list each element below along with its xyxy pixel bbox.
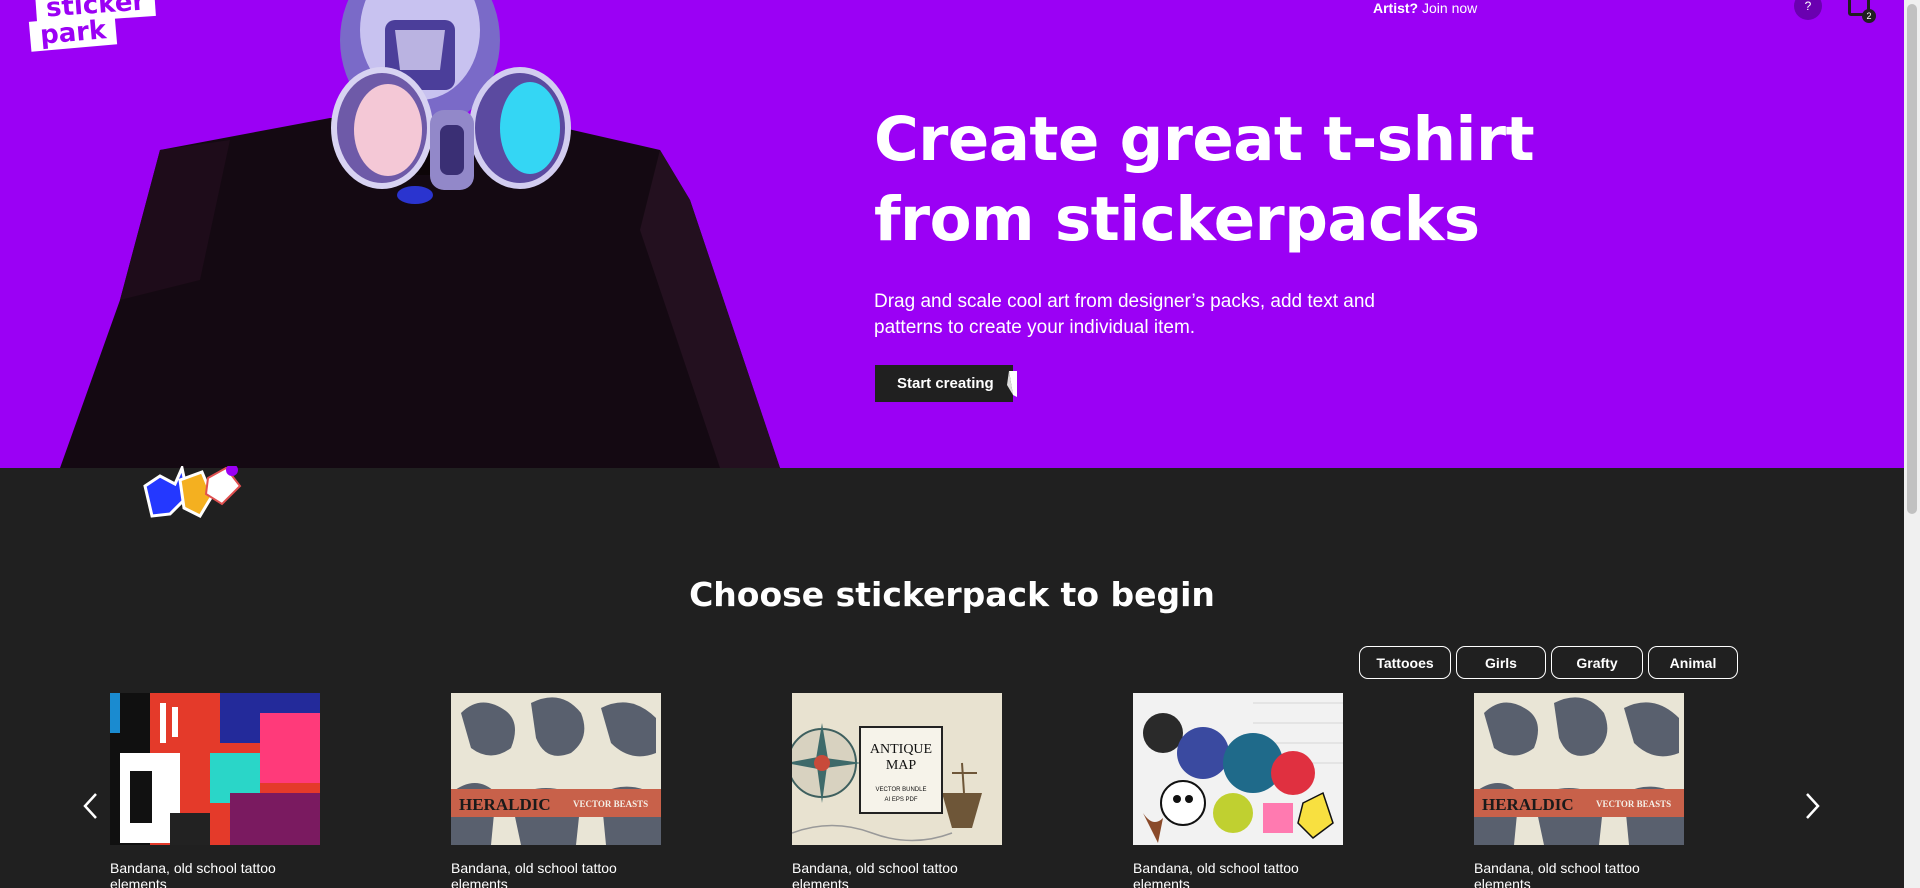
pack-thumbnail-heraldic: HERALDIC VECTOR BEASTS	[1474, 693, 1684, 845]
pack-caption: Bandana, old school tattoo elements	[1133, 860, 1299, 888]
stickerpack-carousel: Bandana, old school tattoo elements HERA…	[110, 693, 1750, 888]
page: sticker park Artist? Join now ? 2 Create…	[0, 0, 1920, 888]
hero-model-image	[60, 0, 780, 468]
pack-caption: Bandana, old school tattoo elements	[792, 860, 958, 888]
stickerpack-card[interactable]: Bandana, old school tattoo elements	[110, 693, 320, 888]
start-creating-button[interactable]: Start creating	[875, 365, 1017, 402]
hero-title-line-2: from stickerpacks	[874, 184, 1480, 255]
help-button[interactable]: ?	[1794, 0, 1822, 20]
join-now-label: Join now	[1422, 0, 1478, 16]
logo-line-2: park	[28, 14, 118, 52]
pack-thumbnail-heraldic: HERALDIC VECTOR BEASTS	[451, 693, 661, 845]
filter-chip-animal[interactable]: Animal	[1648, 646, 1738, 679]
map-title-line-1: ANTIQUE	[870, 742, 932, 757]
stickerpack-card[interactable]: HERALDIC VECTOR BEASTS Bandana, old scho…	[1474, 693, 1684, 888]
artist-join-link[interactable]: Artist? Join now	[1373, 0, 1477, 16]
pack-caption: Bandana, old school tattoo elements	[1474, 860, 1640, 888]
pack-thumbnail-collage	[110, 693, 320, 845]
artist-prefix: Artist?	[1373, 0, 1419, 16]
sticker-decoration-image	[143, 466, 242, 518]
heraldic-banner-right: VECTOR BEASTS	[1596, 799, 1671, 809]
hero-title-line-1: Create great t-shirt	[874, 104, 1535, 175]
filter-chip-grafty[interactable]: Grafty	[1551, 646, 1643, 679]
stickerpack-card[interactable]: HERALDIC VECTOR BEASTS Bandana, old scho…	[451, 693, 661, 888]
pack-caption: Bandana, old school tattoo elements	[110, 860, 276, 888]
filter-chips: Tattooes Girls Grafty Animal	[1359, 646, 1738, 679]
map-title-line-2: MAP	[886, 758, 917, 773]
chevron-right-icon[interactable]	[1801, 792, 1823, 820]
pack-caption: Bandana, old school tattoo elements	[451, 860, 617, 888]
pack-thumbnail-antique-map: ANTIQUE MAP VECTOR BUNDLE AI EPS PDF	[792, 693, 1002, 845]
pack-thumbnail-graffiti	[1133, 693, 1343, 845]
sticker-park-logo[interactable]: sticker park	[28, 0, 157, 54]
filter-chip-tattooes[interactable]: Tattooes	[1359, 646, 1451, 679]
page-scrollbar[interactable]	[1904, 0, 1920, 888]
cart-button[interactable]: 2	[1848, 0, 1876, 23]
hero-subtitle: Drag and scale cool art from designer’s …	[874, 291, 1375, 338]
stickerpack-card[interactable]: Bandana, old school tattoo elements	[1133, 693, 1343, 888]
heraldic-banner-left: HERALDIC	[1482, 795, 1574, 814]
cart-count-badge: 2	[1862, 9, 1876, 23]
heraldic-banner-right: VECTOR BEASTS	[573, 799, 648, 809]
chevron-left-icon[interactable]	[80, 792, 102, 820]
map-small-line-1: VECTOR BUNDLE	[876, 787, 927, 793]
stickerpack-card[interactable]: ANTIQUE MAP VECTOR BUNDLE AI EPS PDF Ban…	[792, 693, 1002, 888]
map-small-line-2: AI EPS PDF	[884, 797, 917, 803]
start-creating-label: Start creating	[897, 375, 994, 392]
help-icon: ?	[1804, 0, 1812, 13]
section-title: Choose stickerpack to begin	[689, 575, 1215, 614]
heraldic-banner-left: HERALDIC	[459, 795, 551, 814]
hero-banner: sticker park Artist? Join now ? 2 Create…	[0, 0, 1904, 468]
scrollbar-thumb[interactable]	[1907, 4, 1917, 514]
hero-title: Create great t-shirt from stickerpacks	[874, 100, 1594, 260]
filter-chip-girls[interactable]: Girls	[1456, 646, 1546, 679]
sticker-peel-icon	[1007, 371, 1017, 397]
